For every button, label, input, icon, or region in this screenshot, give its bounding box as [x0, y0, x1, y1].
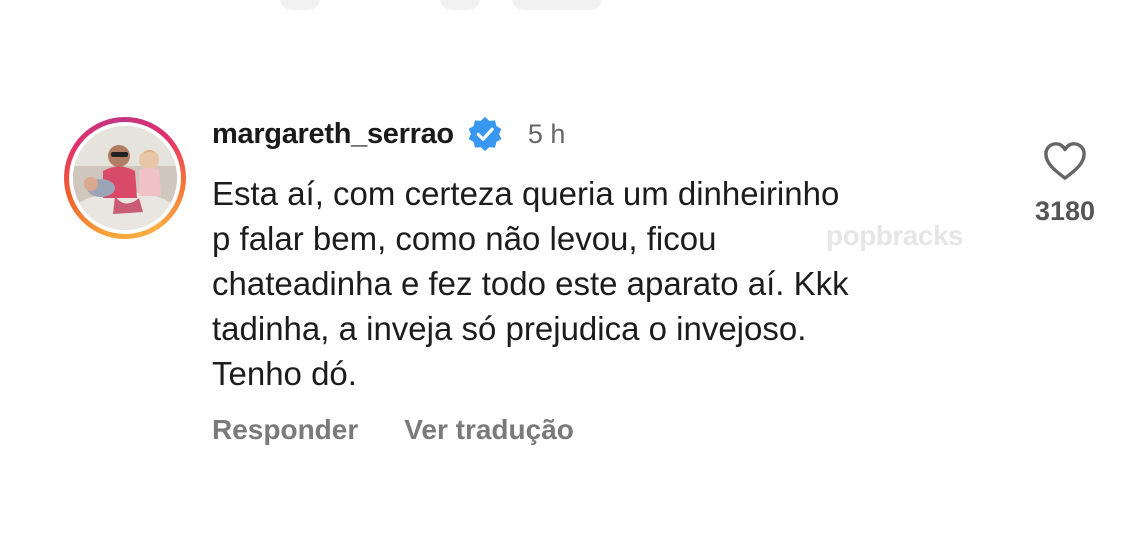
username[interactable]: margareth_serrao — [212, 118, 454, 151]
comment-text-line: chateadinha e fez todo este aparato aí. … — [212, 265, 849, 302]
heart-icon[interactable] — [1042, 140, 1088, 182]
comment-header: margareth_serrao 5 h — [212, 112, 565, 156]
verified-badge-icon — [468, 116, 502, 152]
avatar[interactable] — [73, 126, 177, 230]
like-section: 3180 — [1020, 140, 1110, 227]
comment-timestamp: 5 h — [527, 118, 566, 149]
comment-text-line: Tenho dó. — [212, 355, 357, 392]
like-count: 3180 — [1034, 196, 1096, 226]
avatar-photo — [73, 126, 177, 230]
watermark: popbracks — [826, 220, 964, 251]
comment-text-line: Esta aí, com certeza queria um dinheirin… — [212, 175, 840, 212]
comment-text-line: tadinha, a inveja só prejudica o invejos… — [212, 310, 807, 347]
comment-actions: Responder Ver tradução — [212, 414, 574, 446]
avatar-ring-gap — [69, 122, 181, 234]
comment-text: Esta aí, com certeza queria um dinheirin… — [212, 171, 1002, 396]
avatar-story-ring[interactable] — [64, 117, 186, 239]
comment-item: margareth_serrao 5 h Esta aí, com certez… — [0, 0, 1124, 545]
translate-button[interactable]: Ver tradução — [404, 414, 574, 446]
reply-button[interactable]: Responder — [212, 414, 358, 446]
